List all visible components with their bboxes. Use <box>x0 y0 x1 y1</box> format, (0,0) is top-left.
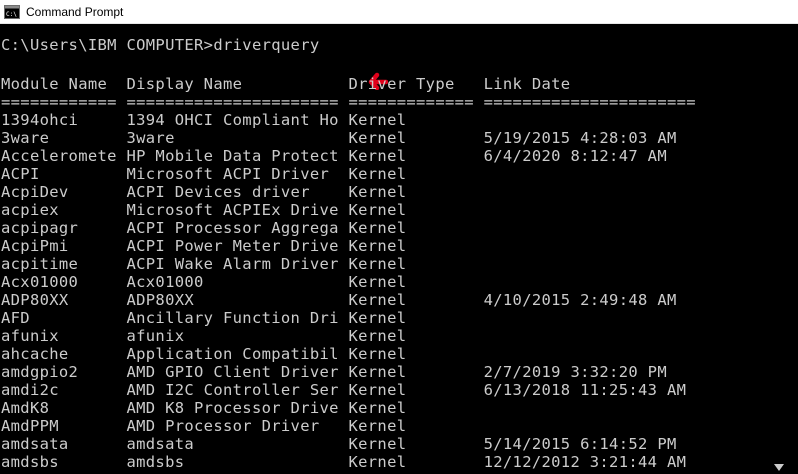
driver-row: AFD Ancillary Function Dri Kernel <box>1 309 407 327</box>
driver-row: amdsbs amdsbs Kernel 12/12/2012 3:21:44 … <box>1 453 687 471</box>
driver-row: ADP80XX ADP80XX Kernel 4/10/2015 2:49:48… <box>1 291 677 309</box>
driver-row: acpitime ACPI Wake Alarm Driver Kernel <box>1 255 407 273</box>
prompt-text: C:\Users\IBM COMPUTER> <box>1 36 214 54</box>
driver-row: AmdK8 AMD K8 Processor Drive Kernel <box>1 399 407 417</box>
driver-row: Acx01000 Acx01000 Kernel <box>1 273 407 291</box>
console-output[interactable]: C:\Users\IBM COMPUTER>driverquery Module… <box>0 24 798 474</box>
command-line: C:\Users\IBM COMPUTER>driverquery <box>1 36 320 54</box>
driver-row: amdsata amdsata Kernel 5/14/2015 6:14:52… <box>1 435 677 453</box>
driver-row: ahcache Application Compatibil Kernel <box>1 345 407 363</box>
driver-row: ACPI Microsoft ACPI Driver Kernel <box>1 165 407 183</box>
driver-row: amdi2c AMD I2C Controller Ser Kernel 6/1… <box>1 381 687 399</box>
scroll-down-arrow-icon[interactable] <box>774 464 784 472</box>
separator-line: ============ ====================== ====… <box>1 93 696 111</box>
driver-row: 3ware 3ware Kernel 5/19/2015 4:28:03 AM <box>1 129 677 147</box>
column-header-line: Module Name Display Name Driver Type Lin… <box>1 75 571 93</box>
driver-row: Acceleromete HP Mobile Data Protect Kern… <box>1 147 667 165</box>
driver-row: afunix afunix Kernel <box>1 327 407 345</box>
driver-row: AcpiDev ACPI Devices driver Kernel <box>1 183 407 201</box>
driver-row: AmdPPM AMD Processor Driver Kernel <box>1 417 407 435</box>
driver-row: 1394ohci 1394 OHCI Compliant Ho Kernel <box>1 111 407 129</box>
cmd-icon: C:\ <box>4 4 20 20</box>
command-text: driverquery <box>213 36 320 54</box>
window-title: Command Prompt <box>26 4 124 19</box>
svg-text:C:\: C:\ <box>6 11 17 18</box>
driver-row: acpiex Microsoft ACPIEx Drive Kernel <box>1 201 407 219</box>
title-bar[interactable]: C:\ Command Prompt <box>0 0 798 24</box>
driver-row: acpipagr ACPI Processor Aggrega Kernel <box>1 219 407 237</box>
driver-row: amdgpio2 AMD GPIO Client Driver Kernel 2… <box>1 363 667 381</box>
driver-row: AcpiPmi ACPI Power Meter Drive Kernel <box>1 237 407 255</box>
